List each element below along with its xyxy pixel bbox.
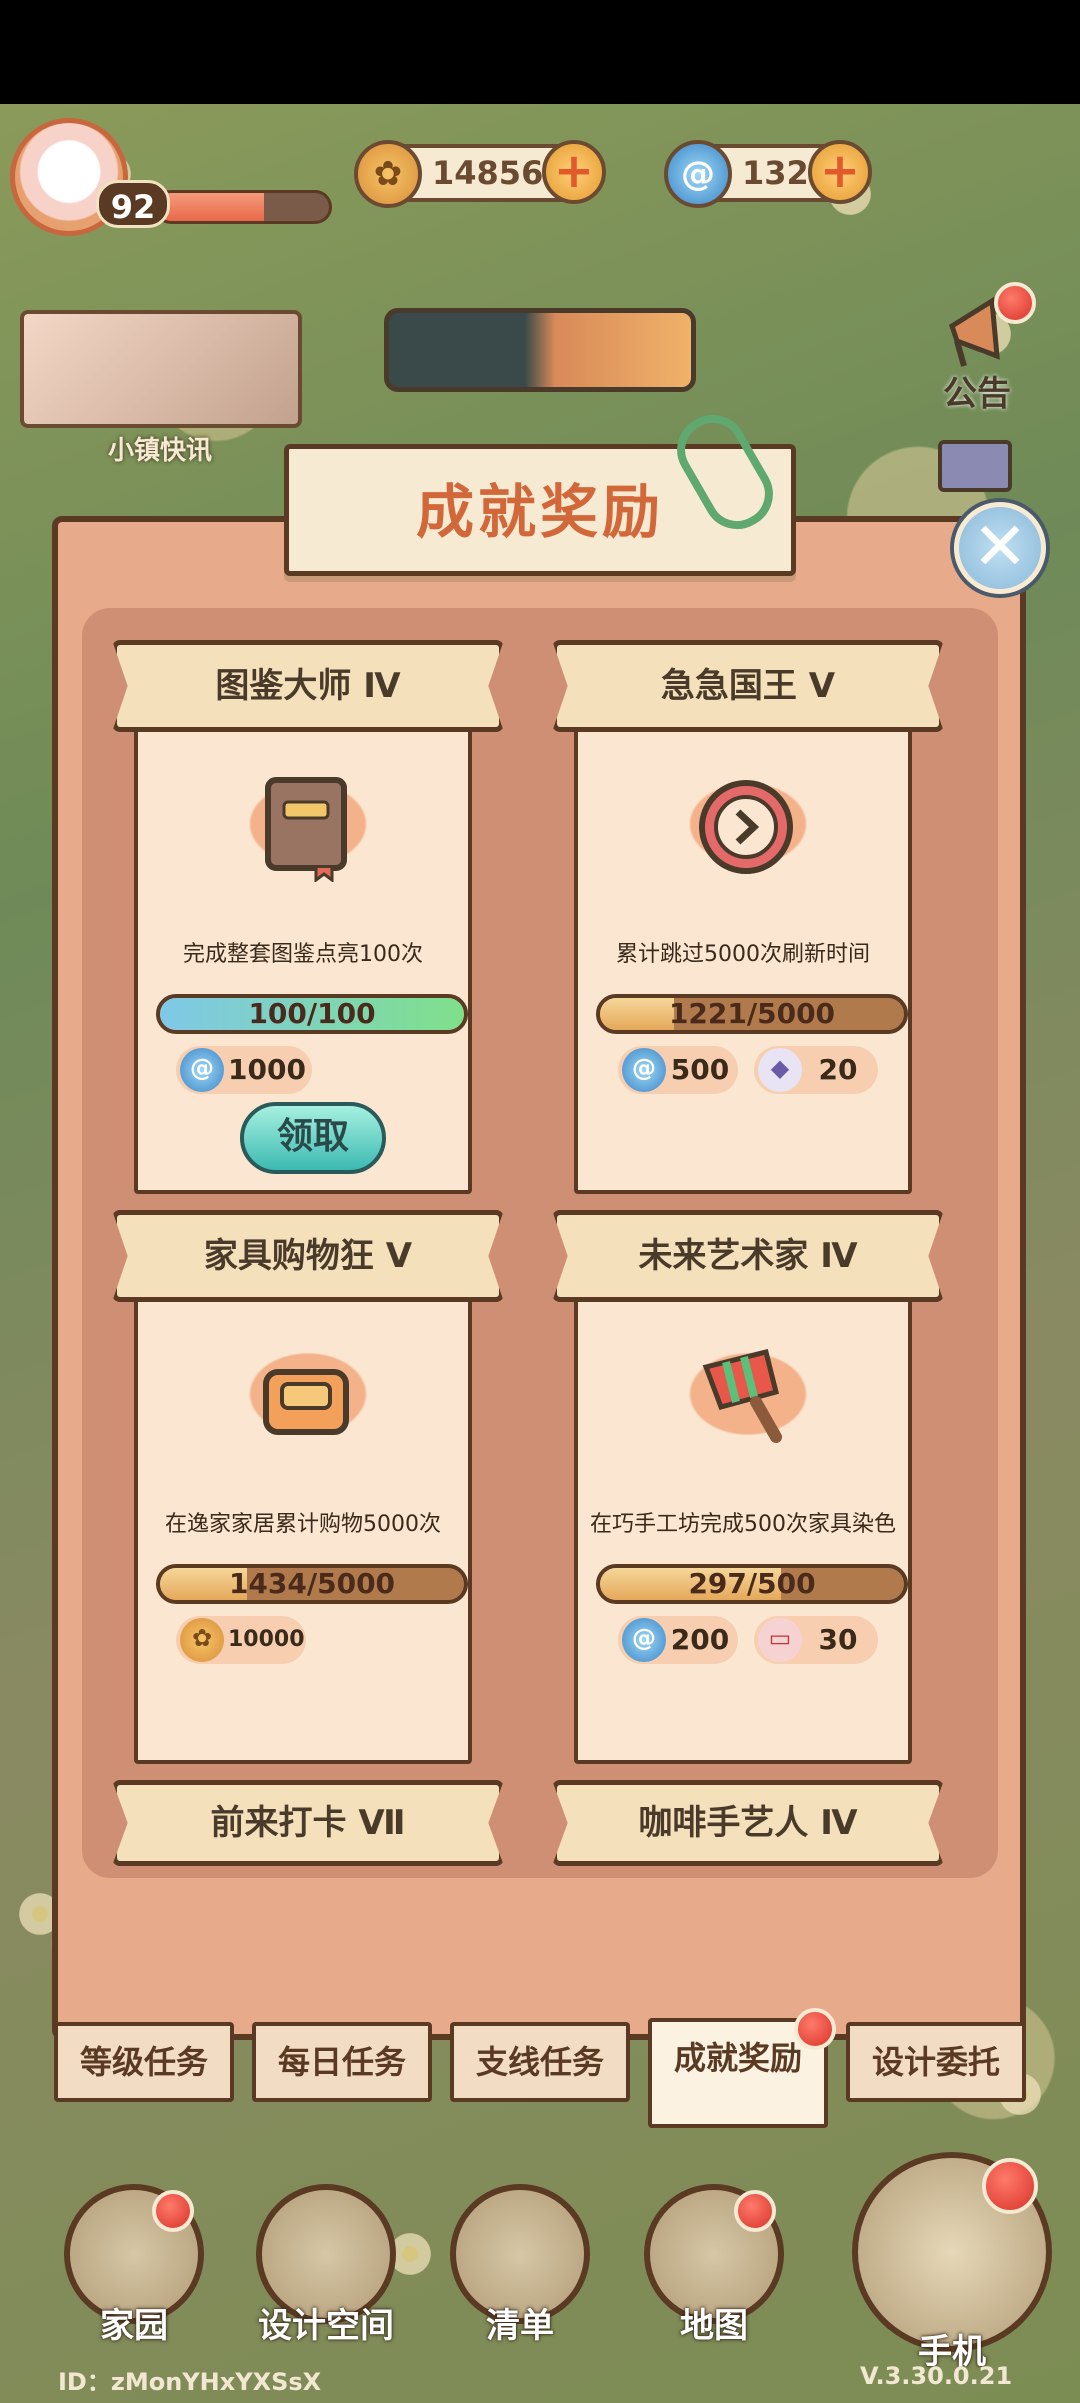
notification-dot xyxy=(794,2008,836,2050)
paintbrush-icon xyxy=(702,1348,782,1443)
achievement-card: 完成整套图鉴点亮100次 100/100 @ 1000 领取 xyxy=(134,720,472,1194)
blue-gem-icon: @ xyxy=(180,1048,224,1092)
notification-dot xyxy=(734,2190,776,2232)
achievement-card: 在逸家家居累计购物5000次 1434/5000 ✿ 10000 xyxy=(134,1290,472,1764)
gold-coin-icon: ✿ xyxy=(354,140,422,208)
notice-label: 公告 xyxy=(943,374,1011,414)
nav-home-label: 家园 xyxy=(100,2306,168,2346)
town-news-label: 小镇快讯 xyxy=(107,436,212,466)
progress-text: 1434/5000 xyxy=(228,1567,396,1600)
reward-chip: ✿ 10000 xyxy=(176,1616,306,1664)
mail-icon[interactable] xyxy=(938,440,1012,492)
reward-value: 500 xyxy=(670,1053,730,1086)
achievement-title: 家具购物狂 Ⅴ xyxy=(203,1236,413,1276)
blue-gem-icon: @ xyxy=(622,1048,666,1092)
achievement-card: 在巧手工坊完成500次家具染色 297/500 @ 200 ▭ 30 xyxy=(574,1290,912,1764)
achievement-title: 咖啡手艺人 Ⅳ xyxy=(638,1803,858,1843)
achievement-title: 前来打卡 Ⅶ xyxy=(210,1803,406,1843)
tab-design-commissions[interactable]: 设计委托 xyxy=(846,2022,1026,2102)
reward-chip: @ 500 xyxy=(618,1046,738,1094)
gold-value: 1485644 xyxy=(432,154,588,192)
gold-counter: ✿ 1485644 + xyxy=(354,140,606,208)
blue-gem-icon: @ xyxy=(664,140,732,208)
nav-design-space-label: 设计空间 xyxy=(258,2306,394,2346)
achievement-progress-bar: 1221/5000 xyxy=(596,994,908,1034)
achievement-description: 累计跳过5000次刷新时间 xyxy=(616,942,870,967)
reward-chip: ◆ 20 xyxy=(754,1046,878,1094)
achievement-progress-bar: 100/100 xyxy=(156,994,468,1034)
tab-side-tasks[interactable]: 支线任务 xyxy=(450,2022,630,2102)
achievement-description: 在逸家家居累计购物5000次 xyxy=(165,1512,441,1537)
reward-value: 30 xyxy=(818,1623,858,1656)
gem-counter: @ 13255 + xyxy=(664,140,872,208)
achievement-card: 累计跳过5000次刷新时间 1221/5000 @ 500 ◆ 20 xyxy=(574,720,912,1194)
ticket-icon: ◆ xyxy=(758,1048,802,1092)
clock-icon xyxy=(699,780,793,874)
player-id: ID：zMonYHxYXSsX xyxy=(58,2368,322,2396)
achievement-title: 图鉴大师 Ⅳ xyxy=(215,666,401,706)
tab-level-tasks[interactable]: 等级任务 xyxy=(54,2022,234,2102)
level-badge: 92 xyxy=(96,180,170,228)
notification-dot xyxy=(982,2158,1038,2214)
achievement-progress-bar: 1434/5000 xyxy=(156,1564,468,1604)
reward-chip: ▭ 30 xyxy=(754,1616,878,1664)
version-label: V.3.30.0.21 xyxy=(860,2362,1013,2390)
xp-fill xyxy=(157,193,264,221)
nav-checklist-label: 清单 xyxy=(486,2306,554,2346)
reward-value: 200 xyxy=(670,1623,730,1656)
xp-bar xyxy=(154,190,332,224)
voucher-icon: ▭ xyxy=(758,1618,802,1662)
tab-daily-tasks[interactable]: 每日任务 xyxy=(252,2022,432,2102)
gold-coin-icon: ✿ xyxy=(180,1618,224,1662)
weather-indicator xyxy=(384,308,696,392)
achievement-title: 未来艺术家 Ⅳ xyxy=(638,1236,858,1276)
reward-chip: @ 200 xyxy=(618,1616,738,1664)
add-gold-button[interactable]: + xyxy=(542,140,606,204)
close-button[interactable]: ✕ xyxy=(954,502,1046,594)
reward-value: 1000 xyxy=(228,1053,306,1086)
achievement-description: 在巧手工坊完成500次家具染色 xyxy=(590,1512,896,1537)
achievement-title: 急急国王 Ⅴ xyxy=(660,666,836,706)
progress-text: 1221/5000 xyxy=(668,997,836,1030)
notification-dot xyxy=(994,282,1036,324)
nav-map-label: 地图 xyxy=(680,2306,748,2346)
blue-gem-icon: @ xyxy=(622,1618,666,1662)
reward-value: 20 xyxy=(818,1053,858,1086)
progress-text: 100/100 xyxy=(248,997,376,1030)
add-gems-button[interactable]: + xyxy=(808,140,872,204)
town-news-panel[interactable] xyxy=(20,310,302,428)
achievement-progress-bar: 297/500 xyxy=(596,1564,908,1604)
status-bar xyxy=(0,0,1080,104)
notification-dot xyxy=(152,2190,194,2232)
sofa-icon xyxy=(263,1369,349,1435)
claim-button[interactable]: 领取 xyxy=(240,1102,386,1174)
achievement-description: 完成整套图鉴点亮100次 xyxy=(183,942,423,967)
gem-value: 13255 xyxy=(742,154,854,192)
reward-chip: @ 1000 xyxy=(176,1046,312,1094)
reward-value: 10000 xyxy=(228,1627,305,1652)
progress-text: 297/500 xyxy=(688,1567,816,1600)
book-icon xyxy=(265,777,347,882)
